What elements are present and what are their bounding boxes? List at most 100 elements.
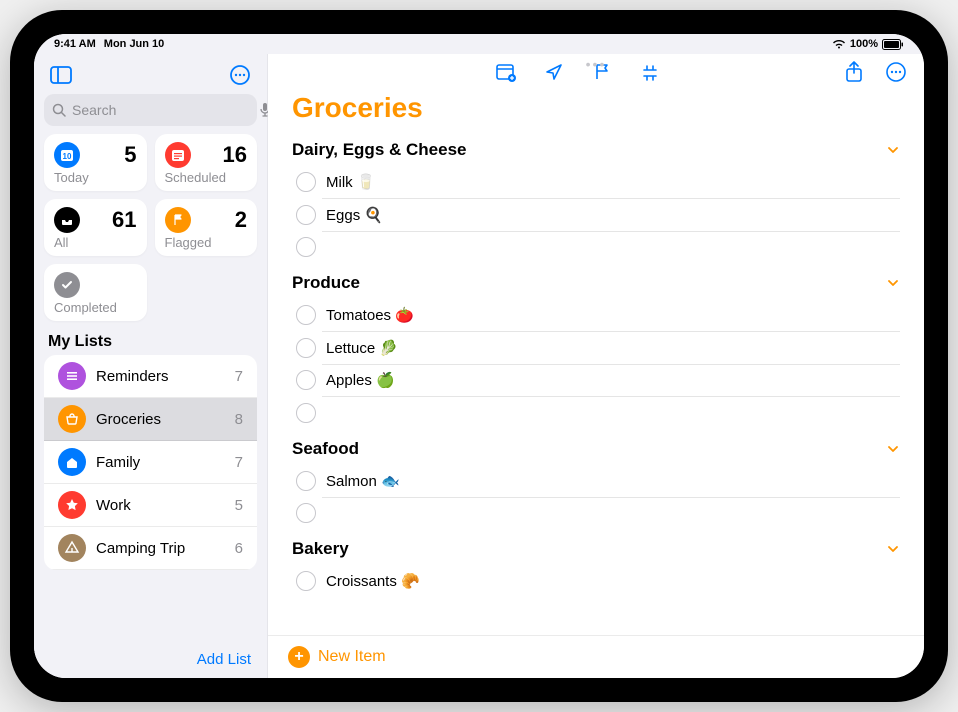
tag-icon[interactable]: [638, 60, 662, 84]
complete-toggle[interactable]: [296, 305, 316, 325]
chevron-down-icon[interactable]: [886, 276, 900, 290]
complete-toggle[interactable]: [296, 471, 316, 491]
smartlist-flagged[interactable]: 2 Flagged: [155, 199, 258, 256]
complete-toggle[interactable]: [296, 370, 316, 390]
reminder-text[interactable]: Tomatoes 🍅: [326, 306, 414, 324]
completed-label: Completed: [54, 300, 137, 315]
smartlist-scheduled[interactable]: 16 Scheduled: [155, 134, 258, 191]
add-list-button[interactable]: Add List: [34, 641, 267, 678]
all-count: 61: [112, 207, 136, 233]
reminder-row[interactable]: Apples 🍏: [292, 364, 900, 396]
list-name: Reminders: [96, 368, 225, 385]
new-item-button[interactable]: + New Item: [268, 635, 924, 678]
chevron-down-icon[interactable]: [886, 542, 900, 556]
status-date: Mon Jun 10: [104, 38, 165, 50]
battery-percent: 100%: [850, 38, 878, 50]
complete-toggle[interactable]: [296, 503, 316, 523]
list-name: Groceries: [96, 411, 225, 428]
mylists-header: My Lists: [34, 329, 267, 355]
smartlist-today[interactable]: 10 5 Today: [44, 134, 147, 191]
section: Bakery Croissants 🥐: [292, 533, 900, 597]
reminder-text[interactable]: Eggs 🍳: [326, 206, 383, 224]
status-time: 9:41 AM: [54, 38, 96, 50]
content: 10 5 Today 16 Scheduled: [34, 54, 924, 678]
reminder-text[interactable]: Croissants 🥐: [326, 572, 420, 590]
list-row[interactable]: Work5: [44, 484, 257, 527]
list-row[interactable]: Camping Trip6: [44, 527, 257, 570]
search-input[interactable]: [72, 102, 253, 118]
list-row[interactable]: Groceries8: [44, 398, 257, 441]
reminder-text[interactable]: Lettuce 🥬: [326, 339, 398, 357]
list-icon: [58, 405, 86, 433]
reminder-text[interactable]: Salmon 🐟: [326, 472, 400, 490]
main-pane: •••: [268, 54, 924, 678]
complete-toggle[interactable]: [296, 403, 316, 423]
section-header[interactable]: Dairy, Eggs & Cheese: [292, 134, 900, 166]
checkmark-icon: [54, 272, 80, 298]
calendar-icon: [165, 142, 191, 168]
section-name: Bakery: [292, 539, 349, 559]
screen: 9:41 AM Mon Jun 10 100%: [34, 34, 924, 678]
today-label: Today: [54, 170, 137, 185]
search-field[interactable]: [44, 94, 257, 126]
list-icon: [58, 534, 86, 562]
section-header[interactable]: Bakery: [292, 533, 900, 565]
list-count: 5: [235, 497, 243, 514]
complete-toggle[interactable]: [296, 338, 316, 358]
smartlist-completed[interactable]: Completed: [44, 264, 147, 321]
list-row[interactable]: Reminders 7: [44, 355, 257, 398]
svg-text:10: 10: [63, 152, 72, 161]
reminder-row[interactable]: Salmon 🐟: [292, 465, 900, 497]
reminder-row[interactable]: Eggs 🍳: [292, 199, 900, 231]
list-icon: [58, 362, 86, 390]
section: Seafood Salmon 🐟: [292, 433, 900, 530]
section-name: Seafood: [292, 439, 359, 459]
battery-icon: [882, 39, 904, 50]
reminder-row[interactable]: Milk 🥛: [292, 166, 900, 198]
smartlist-all[interactable]: 61 All: [44, 199, 147, 256]
complete-toggle[interactable]: [296, 237, 316, 257]
list-count: 7: [235, 368, 243, 385]
flag-icon: [165, 207, 191, 233]
search-icon: [52, 103, 66, 117]
tray-icon: [54, 207, 80, 233]
list-name: Camping Trip: [96, 540, 225, 557]
share-icon[interactable]: [842, 60, 866, 84]
reminder-row[interactable]: [292, 497, 900, 529]
reminder-row[interactable]: Lettuce 🥬: [292, 332, 900, 364]
list-icon: [58, 491, 86, 519]
reminder-text[interactable]: Apples 🍏: [326, 371, 395, 389]
section-header[interactable]: Produce: [292, 267, 900, 299]
calendar-icon: 10: [54, 142, 80, 168]
multitask-dots-icon[interactable]: •••: [586, 56, 607, 72]
flagged-count: 2: [235, 207, 247, 233]
more-icon[interactable]: [225, 60, 255, 90]
more-icon[interactable]: [884, 60, 908, 84]
reminder-row[interactable]: Croissants 🥐: [292, 565, 900, 597]
list-title: Groceries: [292, 92, 900, 124]
plus-icon: +: [288, 646, 310, 668]
location-icon[interactable]: [542, 60, 566, 84]
chevron-down-icon[interactable]: [886, 143, 900, 157]
all-label: All: [54, 235, 137, 250]
complete-toggle[interactable]: [296, 205, 316, 225]
reminder-row[interactable]: Tomatoes 🍅: [292, 299, 900, 331]
scheduled-count: 16: [223, 142, 247, 168]
list-row[interactable]: Family7: [44, 441, 257, 484]
wifi-icon: [832, 39, 846, 49]
reminder-row[interactable]: [292, 231, 900, 263]
ipad-frame: 9:41 AM Mon Jun 10 100%: [10, 10, 948, 702]
reminder-row[interactable]: [292, 397, 900, 429]
section-name: Produce: [292, 273, 360, 293]
list-name: Family: [96, 454, 225, 471]
complete-toggle[interactable]: [296, 571, 316, 591]
scheduled-label: Scheduled: [165, 170, 248, 185]
new-reminder-icon[interactable]: [494, 60, 518, 84]
chevron-down-icon[interactable]: [886, 442, 900, 456]
toggle-sidebar-icon[interactable]: [46, 60, 76, 90]
complete-toggle[interactable]: [296, 172, 316, 192]
section-header[interactable]: Seafood: [292, 433, 900, 465]
reminder-text[interactable]: Milk 🥛: [326, 173, 376, 191]
sidebar: 10 5 Today 16 Scheduled: [34, 54, 268, 678]
section-name: Dairy, Eggs & Cheese: [292, 140, 466, 160]
